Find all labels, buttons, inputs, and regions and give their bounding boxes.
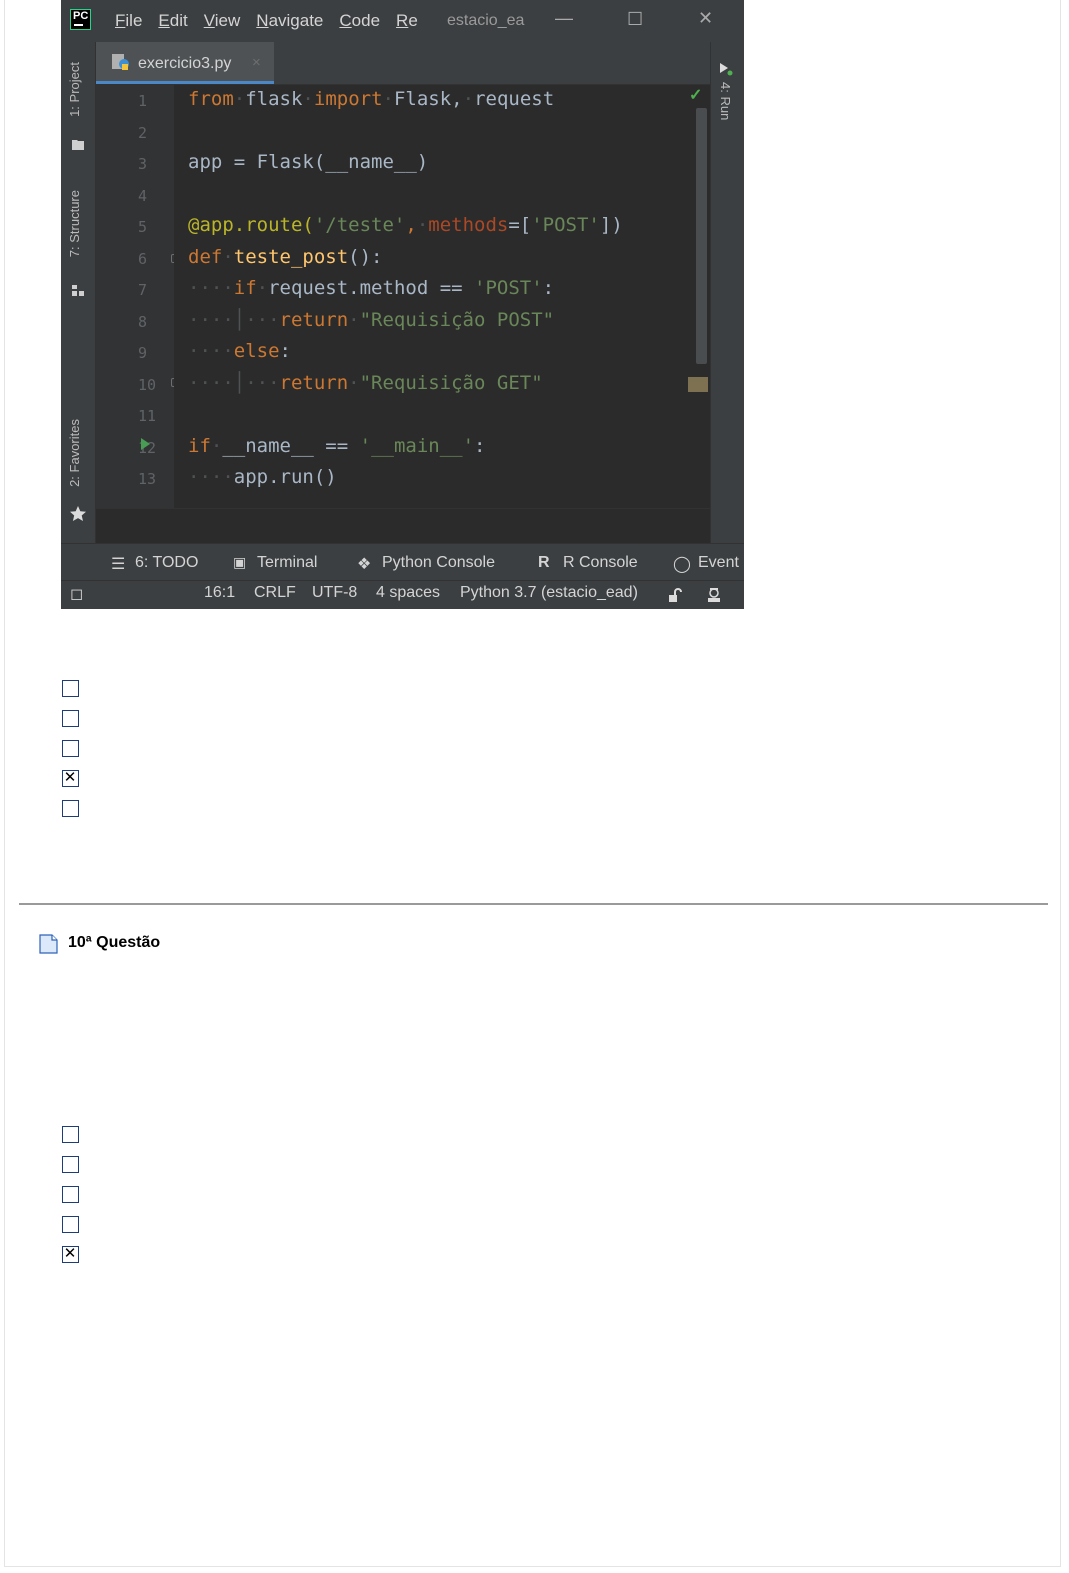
line-number: 1 (138, 92, 148, 110)
pycharm-logo: PC (70, 9, 91, 30)
python-console-icon: ❖ (357, 556, 372, 573)
lock-icon[interactable] (666, 587, 682, 603)
line-number: 11 (138, 407, 157, 425)
menu-code[interactable]: Code (339, 11, 380, 31)
tool-r-console[interactable]: R Console (563, 554, 638, 572)
indent-setting[interactable]: 4 spaces (376, 584, 440, 602)
menu-file[interactable]: File (115, 11, 142, 31)
line-number: 9 (138, 344, 148, 362)
checked-mark: ✕ (63, 1244, 77, 1262)
option-checkbox[interactable] (62, 1216, 79, 1233)
code-line-3: app = Flask(__name__) (188, 151, 429, 173)
line-number: 3 (138, 155, 148, 173)
code-line-6: def·teste_post(): (188, 246, 383, 268)
option-checkbox[interactable] (62, 800, 79, 817)
line-separator[interactable]: CRLF (254, 584, 296, 602)
tool-event-log[interactable]: Event (698, 554, 739, 572)
file-tab-label: exercicio3.py (138, 55, 232, 72)
line-number: 7 (138, 281, 148, 299)
line-number: 10 (138, 376, 157, 394)
question-title: 10ª Questão (68, 934, 161, 951)
tab-project[interactable]: 1: Project (67, 62, 82, 117)
code-line-5: @app.route('/teste',·methods=['POST']) (188, 214, 623, 236)
tool-python-console[interactable]: Python Console (382, 554, 495, 572)
code-line-10: ····│···return·"Requisição GET" (188, 372, 543, 394)
line-number: 6 (138, 250, 148, 268)
star-icon (70, 506, 86, 521)
run-gutter-icon[interactable] (141, 438, 150, 450)
python-interpreter[interactable]: Python 3.7 (estacio_ead) (460, 584, 638, 602)
run-tab-icon (720, 63, 733, 76)
error-stripe-marker[interactable] (688, 377, 708, 392)
menu-view[interactable]: View (204, 11, 241, 31)
code-line-9: ····else: (188, 340, 291, 362)
tab-run[interactable]: 4: Run (718, 82, 733, 120)
option-checkbox[interactable] (62, 740, 79, 757)
title-bar: PC File Edit View Navigate Code Re estac… (61, 0, 744, 42)
tool-window-bar: ☰ 6: TODO ▣ Terminal ❖ Python Console R … (61, 543, 744, 581)
maximize-button[interactable]: ☐ (627, 9, 643, 30)
layout-icon[interactable]: ◻ (70, 584, 83, 604)
line-number: 8 (138, 313, 148, 331)
code-line-1: from·flask·import·Flask,·request (188, 88, 555, 110)
line-number: 2 (138, 124, 148, 142)
folder-icon (72, 140, 84, 150)
code-line-8: ····│···return·"Requisição POST" (188, 309, 555, 331)
option-checkbox[interactable] (62, 1186, 79, 1203)
structure-icon (72, 285, 84, 296)
question-divider (19, 903, 1048, 905)
minimize-button[interactable]: — (555, 8, 573, 29)
menu-navigate[interactable]: Navigate (256, 11, 323, 31)
line-number: 13 (138, 470, 157, 488)
file-tab[interactable]: exercicio3.py × (96, 42, 274, 84)
caret-position[interactable]: 16:1 (204, 584, 235, 602)
checked-mark: ✕ (63, 768, 77, 786)
option-checkbox[interactable] (62, 680, 79, 697)
tool-todo[interactable]: 6: TODO (135, 554, 198, 572)
event-log-icon: ◯ (673, 556, 691, 573)
tab-structure[interactable]: 7: Structure (67, 190, 82, 257)
code-line-12: if·__name__ == '__main__': (188, 435, 486, 457)
code-line-7: ····if·request.method == 'POST': (188, 277, 555, 299)
inspector-icon[interactable] (705, 586, 723, 604)
option-checkbox[interactable] (62, 1156, 79, 1173)
close-button[interactable]: ✕ (698, 8, 713, 29)
menu-refactor[interactable]: Re (396, 11, 418, 31)
ide-screenshot: PC File Edit View Navigate Code Re estac… (61, 0, 744, 609)
option-checkbox[interactable] (62, 1126, 79, 1143)
python-file-icon (112, 54, 129, 70)
status-bar: ◻ 16:1 CRLF UTF-8 4 spaces Python 3.7 (e… (61, 580, 744, 609)
todo-icon: ☰ (111, 556, 126, 573)
editor-tab-bar: exercicio3.py × (96, 42, 710, 85)
line-number: 5 (138, 218, 148, 236)
no-problems-check-icon: ✓ (689, 87, 703, 104)
line-number: 4 (138, 187, 148, 205)
code-line-13: ····app.run() (188, 466, 337, 488)
menu-bar: File Edit View Navigate Code Re (115, 11, 434, 31)
file-encoding[interactable]: UTF-8 (312, 584, 357, 602)
terminal-icon: ▣ (233, 554, 247, 570)
editor-bottom-area (96, 508, 710, 544)
option-checkbox[interactable] (62, 710, 79, 727)
editor-scrollbar[interactable] (696, 108, 707, 364)
line-number-gutter: 1 2 3 4 5 6 7 8 9 10 11 12 13 (96, 85, 174, 508)
r-console-icon: R (538, 554, 550, 571)
close-tab-icon[interactable]: × (252, 54, 261, 71)
tab-favorites[interactable]: 2: Favorites (67, 419, 82, 487)
option-checkbox[interactable]: ✕ (62, 1244, 79, 1263)
document-icon (39, 934, 58, 954)
tool-terminal[interactable]: Terminal (257, 554, 317, 572)
menu-edit[interactable]: Edit (158, 11, 187, 31)
window-title: estacio_ea (447, 12, 525, 29)
option-checkbox[interactable]: ✕ (62, 768, 79, 787)
